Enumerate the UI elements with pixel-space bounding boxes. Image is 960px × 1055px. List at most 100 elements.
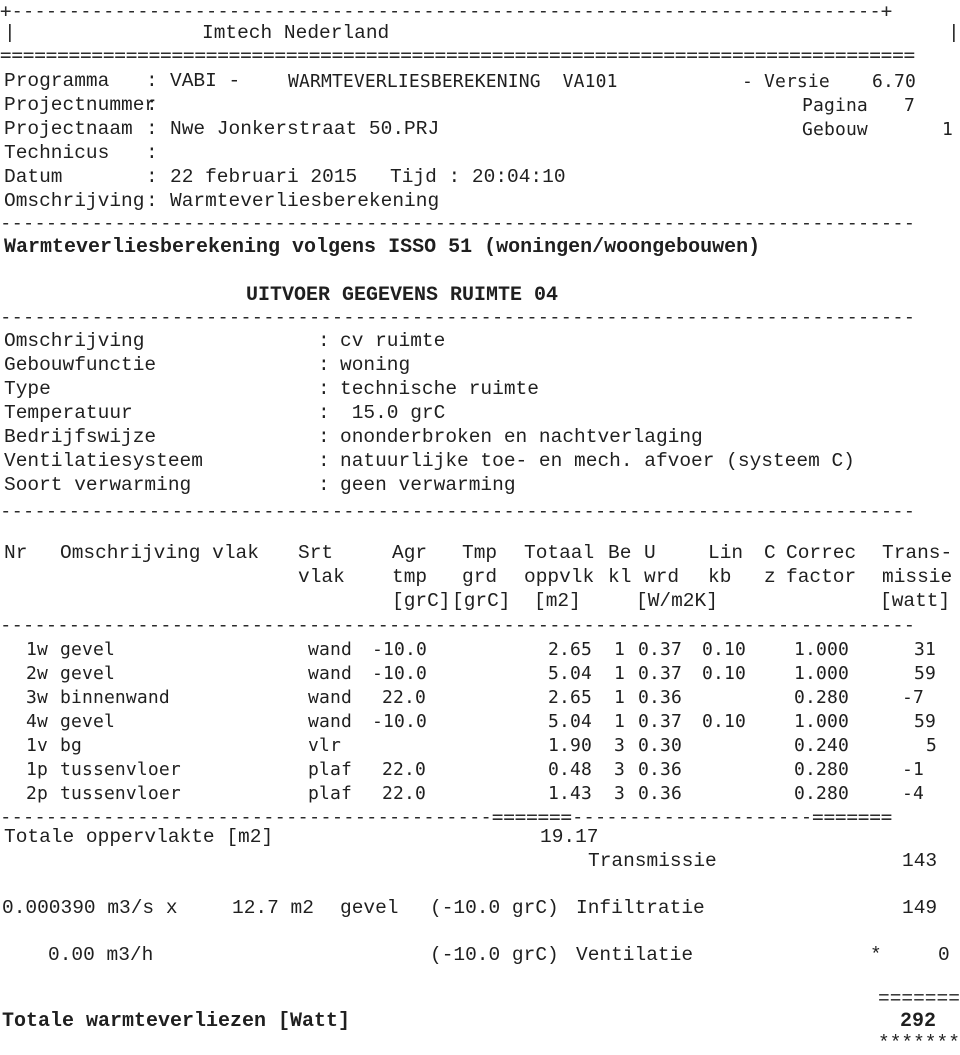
row-1-oppvlk: 5.04	[548, 663, 592, 684]
row-1-trans: 59	[914, 663, 936, 684]
dash-rule-table-top: ----------------------------------------…	[0, 500, 916, 522]
th2-oppvlk: oppvlk	[524, 566, 595, 588]
th-totaal: Totaal	[524, 542, 595, 564]
row-0-correc: 1.000	[794, 639, 849, 660]
row-6-bekl: 3	[614, 783, 625, 804]
infiltratie-area: 12.7 m2	[232, 897, 314, 919]
row-6-srt: plaf	[308, 783, 352, 804]
ventilatie-star: *	[870, 944, 882, 966]
th-trans: Trans-	[882, 542, 953, 564]
row-0-nr: 1w	[26, 639, 48, 660]
row-2-uwrd: 0.36	[638, 687, 682, 708]
row-5-oppvlk: 0.48	[548, 759, 592, 780]
field-omschrijving-sep: :	[146, 190, 158, 212]
field-projectnaam-label: Projectnaam	[4, 118, 133, 140]
row-2-trans: -7	[902, 687, 924, 708]
field-omschrijving-value: Warmteverliesberekening	[170, 190, 440, 212]
th-be: Be	[608, 542, 632, 564]
th-tmp: Tmp	[462, 542, 498, 564]
th3-unit-grc-agr: [grC]	[392, 590, 451, 612]
th-agr: Agr	[392, 542, 428, 564]
row-2-srt: wand	[308, 687, 352, 708]
row-6-trans: -4	[902, 783, 924, 804]
th2-kb: kb	[708, 566, 732, 588]
ventilatie-flow: 0.00 m3/h	[48, 944, 154, 966]
dash-rule-header: ----------------------------------------…	[0, 212, 916, 234]
row-6-omschr: tussenvloer	[60, 783, 181, 804]
row-1-linkb: 0.10	[702, 663, 746, 684]
row-0-omschr: gevel	[60, 639, 115, 660]
row-6-agrtmp: 22.0	[382, 783, 426, 804]
section-title: UITVOER GEGEVENS RUIMTE 04	[246, 284, 559, 307]
building-label: Gebouw	[802, 119, 868, 140]
prop-omschrijving-label: Omschrijving	[4, 330, 145, 352]
row-0-agrtmp: -10.0	[372, 639, 427, 660]
row-0-trans: 31	[914, 639, 936, 660]
field-datum-label: Datum	[4, 166, 63, 188]
grand-total-value: 292	[900, 1010, 937, 1033]
field-programma-label: Programma	[4, 70, 110, 92]
row-4-srt: vlr	[308, 735, 341, 756]
version-value: 6.70	[872, 71, 916, 92]
building-value: 1	[942, 119, 953, 140]
th2-wrd: wrd	[644, 566, 680, 588]
row-2-correc: 0.280	[794, 687, 849, 708]
th-c: C	[764, 542, 776, 564]
transmissie-label: Transmissie	[588, 850, 717, 872]
row-3-linkb: 0.10	[702, 711, 746, 732]
row-4-correc: 0.240	[794, 735, 849, 756]
row-1-nr: 2w	[26, 663, 48, 684]
prop-soort-verwarming-value: geen verwarming	[340, 474, 516, 496]
row-6-uwrd: 0.36	[638, 783, 682, 804]
prop-soort-verwarming-sep: :	[318, 474, 330, 496]
field-projectnummer-sep: :	[146, 94, 158, 116]
total-area-value: 19.17	[540, 826, 599, 848]
th2-kl: kl	[608, 566, 632, 588]
infiltratie-value: 149	[902, 897, 938, 919]
th-correc: Correc	[786, 542, 857, 564]
row-5-srt: plaf	[308, 759, 352, 780]
row-0-linkb: 0.10	[702, 639, 746, 660]
prop-type-value: technische ruimte	[340, 378, 539, 400]
company-name: Imtech Nederland	[202, 22, 390, 44]
report-title: Warmteverliesberekening volgens ISSO 51 …	[4, 236, 761, 259]
th2-tmp: tmp	[392, 566, 428, 588]
row-3-oppvlk: 5.04	[548, 711, 592, 732]
prop-gebouwfunctie-label: Gebouwfunctie	[4, 354, 157, 376]
row-4-nr: 1v	[26, 735, 48, 756]
row-5-bekl: 3	[614, 759, 625, 780]
row-1-srt: wand	[308, 663, 352, 684]
field-datum-sep: :	[146, 166, 158, 188]
prop-ventilatiesysteem-sep: :	[318, 450, 330, 472]
page-value: 7	[904, 95, 915, 116]
field-technicus-sep: :	[146, 142, 158, 164]
row-3-omschr: gevel	[60, 711, 115, 732]
total-area-label: Totale oppervlakte [m2]	[4, 826, 274, 848]
field-technicus-label: Technicus	[4, 142, 110, 164]
prop-omschrijving-value: cv ruimte	[340, 330, 446, 352]
th2-vlak: vlak	[298, 566, 345, 588]
row-3-bekl: 1	[614, 711, 625, 732]
prop-bedrijfswijze-value: ononderbroken en nachtverlaging	[340, 426, 703, 448]
row-2-oppvlk: 2.65	[548, 687, 592, 708]
row-3-nr: 4w	[26, 711, 48, 732]
dash-rule-section: ----------------------------------------…	[0, 306, 916, 328]
prop-temperatuur-label: Temperatuur	[4, 402, 133, 424]
report-page: +---------------------------------------…	[0, 0, 960, 1054]
row-3-correc: 1.000	[794, 711, 849, 732]
field-projectnaam-sep: :	[146, 118, 158, 140]
field-omschrijving-label: Omschrijving	[4, 190, 145, 212]
th-u: U	[644, 542, 656, 564]
field-programma-value: VABI -	[170, 70, 241, 92]
row-2-omschr: binnenwand	[60, 687, 170, 708]
box-right-edge: |	[948, 22, 960, 44]
row-5-omschr: tussenvloer	[60, 759, 181, 780]
row-4-omschr: bg	[60, 735, 82, 756]
field-programma-sep: :	[146, 70, 158, 92]
prop-temperatuur-sep: :	[318, 402, 330, 424]
field-projectnaam-value: Nwe Jonkerstraat 50.PRJ	[170, 118, 440, 140]
row-6-nr: 2p	[26, 783, 48, 804]
field-programma-extra: WARMTEVERLIESBEREKENING VA101	[288, 71, 618, 92]
infiltratie-temp: (-10.0 grC)	[430, 897, 559, 919]
row-1-bekl: 1	[614, 663, 625, 684]
